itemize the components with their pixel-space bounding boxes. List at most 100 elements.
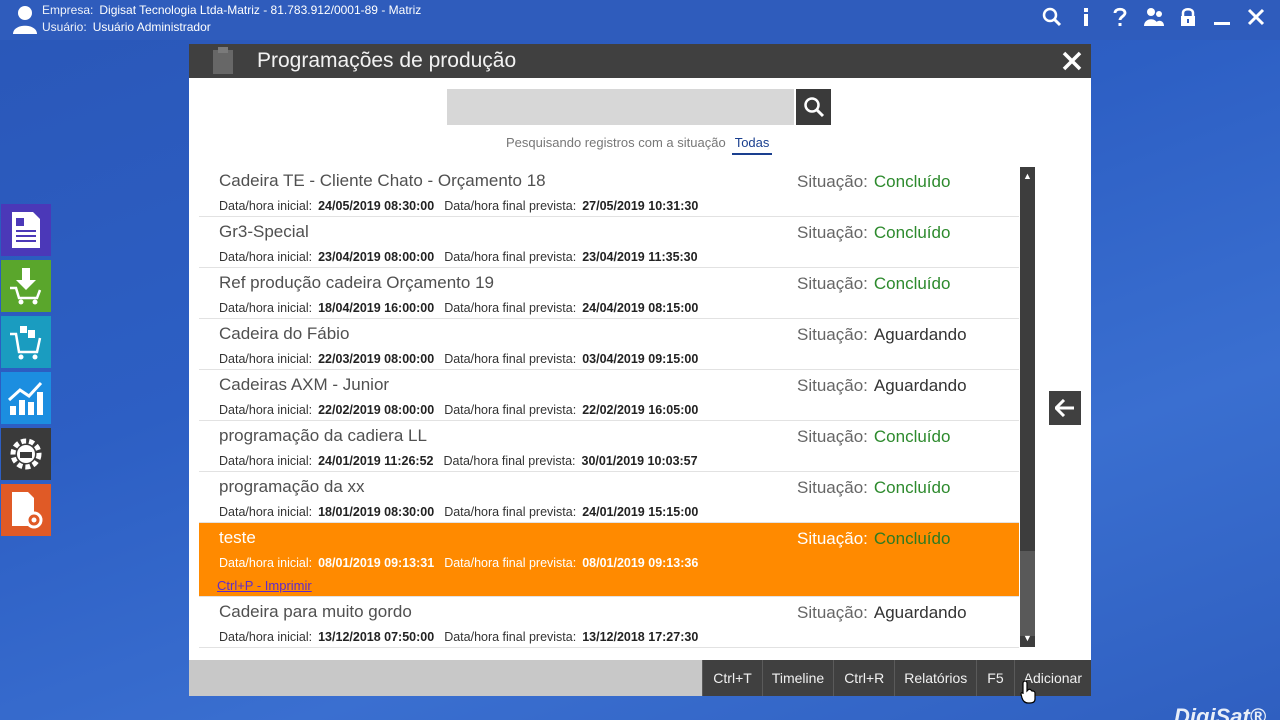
search-input[interactable] — [447, 89, 794, 125]
status-badge: Aguardando — [873, 603, 967, 622]
list-item[interactable]: teste Data/hora inicial: 08/01/2019 09:13:… — [199, 523, 1019, 597]
item-name: teste — [219, 528, 256, 547]
status-badge: Concluído — [873, 478, 951, 497]
end-label: Data/hora final prevista: — [444, 556, 577, 570]
search-button[interactable] — [796, 89, 831, 125]
item-dates: Data/hora inicial: 22/03/2019 08:00:00 Dat… — [219, 352, 708, 366]
situation-label: Situação: — [797, 172, 868, 191]
users-icon[interactable] — [1138, 4, 1170, 30]
list-item[interactable]: Gr3-Special Data/hora inicial: 23/04/2019 … — [199, 217, 1019, 268]
start-label: Data/hora inicial: — [219, 352, 313, 366]
filter-value-link[interactable]: Todas — [731, 135, 773, 155]
start-label: Data/hora inicial: — [219, 301, 313, 315]
start-value: 24/01/2019 11:26:52 — [318, 454, 434, 468]
item-situation: Situação: Concluído — [797, 172, 950, 192]
item-name: programação da xx — [219, 477, 365, 496]
user-value: Usuário Administrador — [92, 20, 211, 34]
status-badge: Concluído — [873, 172, 951, 191]
item-dates: Data/hora inicial: 24/05/2019 08:30:00 Dat… — [219, 199, 708, 213]
list-scrollbar[interactable]: ▲ ▼ — [1020, 167, 1035, 647]
item-dates: Data/hora inicial: 23/04/2019 08:00:00 Dat… — [219, 250, 708, 264]
footer-button-timeline[interactable]: Timeline — [761, 660, 834, 696]
close-dialog-icon[interactable] — [1059, 48, 1085, 74]
item-name: programação da cadiera LL — [219, 426, 427, 445]
start-label: Data/hora inicial: — [219, 630, 313, 644]
scroll-up-icon[interactable]: ▲ — [1020, 169, 1035, 183]
user-label: Usuário: — [42, 20, 87, 34]
back-button[interactable] — [1049, 391, 1081, 425]
status-badge: Concluído — [873, 274, 951, 293]
arrow-left-icon — [1055, 399, 1074, 417]
end-label: Data/hora final prevista: — [443, 454, 576, 468]
start-value: 22/02/2019 08:00:00 — [318, 403, 435, 417]
shortcut-key-0[interactable]: Ctrl+T — [702, 660, 762, 696]
scroll-down-icon[interactable]: ▼ — [1020, 631, 1035, 645]
factory-gear-icon[interactable] — [1, 428, 51, 480]
item-situation: Situação: Concluído — [797, 478, 950, 498]
start-value: 18/01/2019 08:30:00 — [318, 505, 435, 519]
end-value: 22/02/2019 16:05:00 — [582, 403, 699, 417]
filter-line: Pesquisando registros com a situação Toda… — [506, 135, 773, 155]
list-item[interactable]: Cadeira do Fábio Data/hora inicial: 22/03/… — [199, 319, 1019, 370]
start-label: Data/hora inicial: — [219, 199, 313, 213]
hand-cursor-icon — [1020, 680, 1036, 704]
item-situation: Situação: Aguardando — [797, 603, 967, 623]
brand-logo: DigiSat® — [1174, 704, 1266, 720]
end-label: Data/hora final prevista: — [444, 403, 577, 417]
end-value: 24/01/2019 15:15:00 — [582, 505, 699, 519]
shortcut-key-2[interactable]: F5 — [976, 660, 1014, 696]
search-bar — [447, 89, 831, 125]
scroll-thumb[interactable] — [1020, 551, 1035, 636]
situation-label: Situação: — [797, 603, 868, 622]
start-value: 13/12/2018 07:50:00 — [318, 630, 435, 644]
list-item[interactable]: Cadeiras AXM - Junior Data/hora inicial: 2… — [199, 370, 1019, 421]
user-icon — [13, 6, 37, 34]
end-value: 03/04/2019 09:15:00 — [582, 352, 699, 366]
shopping-cart-icon[interactable] — [1, 316, 51, 368]
end-label: Data/hora final prevista: — [444, 630, 577, 644]
item-dates: Data/hora inicial: 08/01/2019 09:13:31 Dat… — [219, 556, 708, 570]
item-dates: Data/hora inicial: 13/12/2018 07:50:00 Dat… — [219, 630, 708, 644]
item-situation: Situação: Concluído — [797, 223, 950, 243]
end-label: Data/hora final prevista: — [444, 352, 577, 366]
start-label: Data/hora inicial: — [219, 556, 313, 570]
start-value: 24/05/2019 08:30:00 — [318, 199, 435, 213]
search-icon — [803, 97, 824, 118]
start-label: Data/hora inicial: — [219, 454, 313, 468]
growth-chart-icon[interactable] — [1, 372, 51, 424]
status-badge: Aguardando — [873, 376, 967, 395]
list-item[interactable]: programação da cadiera LL Data/hora inici… — [199, 421, 1019, 472]
search-icon[interactable] — [1036, 4, 1068, 30]
shortcut-key-1[interactable]: Ctrl+R — [833, 660, 895, 696]
footer-button-relatórios[interactable]: Relatórios — [894, 660, 977, 696]
info-icon[interactable] — [1070, 4, 1102, 30]
clipboard-icon — [213, 47, 233, 74]
status-badge: Concluído — [873, 427, 951, 446]
list-item[interactable]: Ref produção cadeira Orçamento 19 Data/ho… — [199, 268, 1019, 319]
document-list-icon[interactable] — [1, 204, 51, 256]
document-settings-icon[interactable] — [1, 484, 51, 536]
end-value: 13/12/2018 17:27:30 — [582, 630, 699, 644]
item-situation: Situação: Aguardando — [797, 325, 967, 345]
situation-label: Situação: — [797, 427, 868, 446]
lock-icon[interactable] — [1172, 4, 1204, 30]
start-label: Data/hora inicial: — [219, 505, 313, 519]
list-item[interactable]: Cadeira TE - Cliente Chato - Orçamento 1… — [199, 166, 1019, 217]
list-item[interactable]: programação da xx Data/hora inicial: 18/01… — [199, 472, 1019, 523]
minimize-icon[interactable] — [1206, 4, 1238, 30]
print-link[interactable]: Ctrl+P - Imprimir — [217, 578, 312, 593]
item-name: Gr3-Special — [219, 222, 309, 241]
end-value: 24/04/2019 08:15:00 — [582, 301, 699, 315]
list-item[interactable]: Cadeira para muito gordo Data/hora inicia… — [199, 597, 1019, 648]
status-badge: Concluído — [873, 223, 951, 242]
download-cart-icon[interactable] — [1, 260, 51, 312]
situation-label: Situação: — [797, 376, 868, 395]
schedule-list: Cadeira TE - Cliente Chato - Orçamento 1… — [199, 166, 1019, 650]
item-dates: Data/hora inicial: 22/02/2019 08:00:00 Dat… — [219, 403, 708, 417]
end-label: Data/hora final prevista: — [444, 301, 577, 315]
end-label: Data/hora final prevista: — [444, 250, 577, 264]
start-value: 18/04/2019 16:00:00 — [318, 301, 435, 315]
item-name: Cadeira do Fábio — [219, 324, 350, 343]
help-icon[interactable] — [1104, 4, 1136, 30]
close-icon[interactable] — [1240, 4, 1272, 30]
